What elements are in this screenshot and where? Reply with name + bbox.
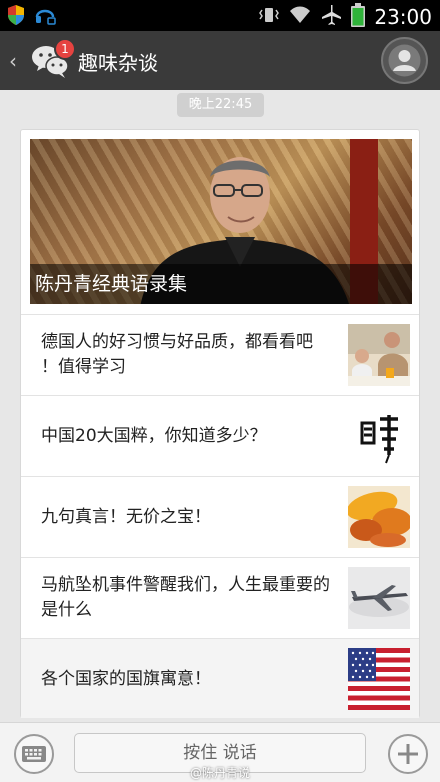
us-flag-image: [348, 648, 410, 710]
more-options-button[interactable]: [388, 734, 428, 774]
unread-badge: 1: [54, 38, 76, 60]
back-button[interactable]: ‹: [9, 49, 17, 73]
article-item[interactable]: 九句真言！无价之宝！: [21, 476, 419, 556]
weibo-watermark: @陈丹青说: [190, 766, 251, 780]
article-item-title: 中国20大国粹，你知道多少？: [41, 425, 267, 446]
wifi-icon: [289, 5, 311, 29]
chat-title: 趣味杂谈: [78, 51, 158, 75]
airplane-photo: [348, 567, 410, 629]
article-item[interactable]: 德国人的好习惯与好品质，都看看吧 ！值得学习: [21, 314, 419, 394]
article-item[interactable]: 各个国家的国旗寓意！: [21, 638, 419, 718]
article-item-title: 德国人的好习惯与好品质，都看看吧 ！值得学习: [41, 332, 313, 377]
plus-icon: [398, 744, 418, 764]
clock-time: 23:00: [374, 5, 432, 29]
keyboard-icon: [22, 746, 46, 762]
status-bar: 23:00: [0, 0, 440, 31]
airplane-icon: [320, 4, 342, 30]
chat-header: ‹ 1 趣味杂谈: [0, 31, 440, 90]
article-item-title: 各个国家的国旗寓意！: [41, 668, 211, 689]
vibrate-icon: [258, 5, 280, 29]
article-item-title: 马航坠机事件警醒我们，人生最重要的是什么: [41, 575, 330, 620]
article-item[interactable]: 马航坠机事件警醒我们，人生最重要的是什么: [21, 557, 419, 637]
hero-article[interactable]: 陈丹青经典语录集: [30, 139, 412, 304]
calligraphy-image: [348, 405, 410, 467]
person-icon: [388, 44, 421, 77]
hero-title: 陈丹青经典语录集: [30, 264, 412, 304]
article-item[interactable]: 中国20大国粹，你知道多少？: [21, 395, 419, 475]
keyboard-toggle-button[interactable]: [14, 734, 54, 774]
article-card: 陈丹青经典语录集 德国人的好习惯与好品质，都看看吧 ！值得学习 中国20大国粹，…: [20, 129, 420, 718]
headset-icon: [34, 4, 56, 30]
message-timestamp: 晚上22:45: [177, 93, 264, 117]
article-item-title: 九句真言！无价之宝！: [41, 506, 211, 527]
autumn-leaves-photo: [348, 486, 410, 548]
profile-button[interactable]: [381, 37, 428, 84]
battery-icon: [351, 3, 366, 31]
family-breakfast-photo: [348, 324, 410, 386]
shield-icon: [6, 4, 26, 30]
